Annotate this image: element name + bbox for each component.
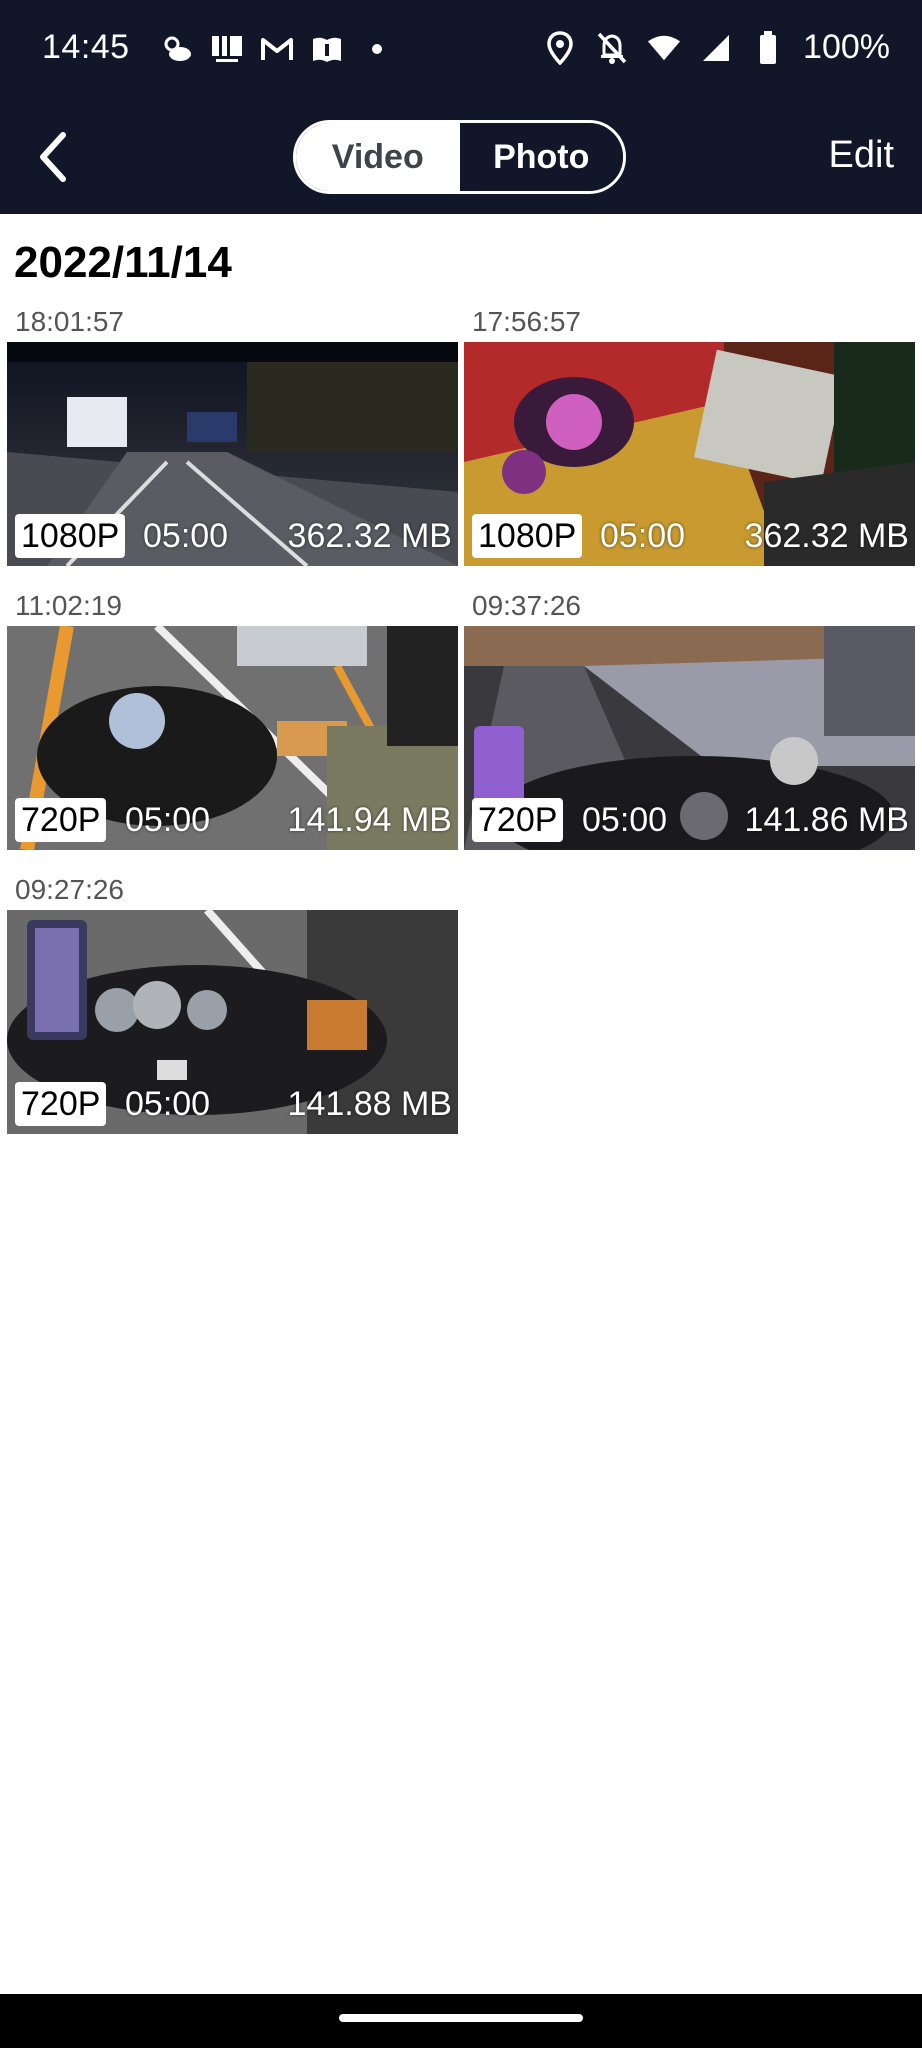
battery-percentage: 100% <box>803 28 890 66</box>
video-thumbnail[interactable]: 720P 05:00 141.88 MB <box>7 910 458 1134</box>
video-file-size: 362.32 MB <box>744 517 909 555</box>
system-navigation-bar <box>0 1994 922 2048</box>
weather-icon <box>160 32 194 66</box>
video-duration: 05:00 <box>125 801 211 839</box>
video-time: 09:27:26 <box>15 874 124 905</box>
top-nav-bar: Video Photo Edit <box>0 100 922 214</box>
rakuma-icon <box>210 32 244 66</box>
video-thumbnail[interactable]: 1080P 05:00 362.32 MB <box>7 342 458 566</box>
dot-icon <box>360 32 394 66</box>
video-item: 09:37:26 720P 05:00 141.86 MB <box>464 586 915 850</box>
bell-off-icon <box>595 31 629 65</box>
resolution-badge: 1080P <box>472 514 583 558</box>
resolution-badge: 720P <box>15 1082 107 1126</box>
back-button[interactable] <box>18 122 88 192</box>
chevron-left-icon <box>40 132 66 182</box>
video-thumbnail[interactable]: 720P 05:00 141.94 MB <box>7 626 458 850</box>
gmail-icon <box>260 32 294 66</box>
resolution-badge: 720P <box>472 798 564 842</box>
status-time: 14:45 <box>42 28 130 66</box>
video-duration: 05:00 <box>143 517 229 555</box>
resolution-badge: 1080P <box>15 514 126 558</box>
video-duration: 05:00 <box>600 517 686 555</box>
book-icon <box>310 32 344 66</box>
tab-photo[interactable]: Photo <box>459 123 623 191</box>
video-item: 11:02:19 720P 05:00 141.94 MB <box>7 586 458 850</box>
notification-icons <box>160 32 394 66</box>
video-time: 17:56:57 <box>472 306 581 337</box>
home-indicator[interactable] <box>339 2014 583 2022</box>
video-file-size: 141.88 MB <box>287 1085 452 1123</box>
status-bar: 14:45 100% <box>0 0 922 100</box>
date-heading: 2022/11/14 <box>14 238 232 287</box>
video-file-size: 141.86 MB <box>744 801 909 839</box>
video-item: 09:27:26 720P 05:00 141.88 MB <box>7 870 458 1134</box>
video-duration: 05:00 <box>582 801 668 839</box>
video-file-size: 362.32 MB <box>287 517 452 555</box>
video-item: 17:56:57 1080P 05:00 362.32 MB <box>464 302 915 566</box>
video-time: 09:37:26 <box>472 590 581 621</box>
video-duration: 05:00 <box>125 1085 211 1123</box>
video-file-size: 141.94 MB <box>287 801 452 839</box>
video-time: 18:01:57 <box>15 306 124 337</box>
media-type-switch: Video Photo <box>293 120 626 194</box>
tab-video[interactable]: Video <box>296 123 460 191</box>
system-icons: 100% <box>543 28 890 67</box>
resolution-badge: 720P <box>15 798 107 842</box>
video-item: 18:01:57 1080P 05:00 362.32 MB <box>7 302 458 566</box>
video-time: 11:02:19 <box>15 590 122 621</box>
video-thumbnail[interactable]: 720P 05:00 141.86 MB <box>464 626 915 850</box>
location-icon <box>543 30 577 65</box>
video-thumbnail[interactable]: 1080P 05:00 362.32 MB <box>464 342 915 566</box>
edit-button[interactable]: Edit <box>829 134 894 177</box>
wifi-icon <box>647 31 681 65</box>
battery-icon <box>751 30 785 65</box>
signal-icon <box>699 31 733 65</box>
